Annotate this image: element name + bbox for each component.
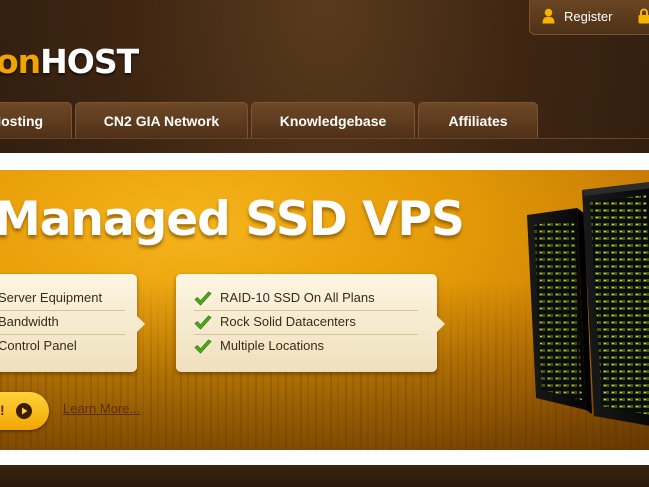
nav-tab-cn2-gia-network[interactable]: CN2 GIA Network bbox=[75, 102, 248, 138]
feature-item: RAID-10 SSD On All Plans bbox=[194, 286, 418, 311]
logo-text-main: HOST bbox=[40, 42, 139, 81]
lock-icon bbox=[638, 8, 649, 24]
feature-text: Rock Solid Datacenters bbox=[220, 314, 356, 329]
nav-tab-label: Affiliates bbox=[448, 113, 508, 129]
feature-item: Server Equipment bbox=[0, 286, 125, 311]
feature-text: Bandwidth bbox=[0, 314, 59, 329]
register-label: Register bbox=[564, 8, 613, 24]
login-link[interactable] bbox=[638, 8, 649, 24]
feature-text: Multiple Locations bbox=[220, 338, 325, 353]
nav-tab-label: CN2 GIA Network bbox=[103, 113, 220, 129]
main-nav: Hosting CN2 GIA Network Knowledgebase Af… bbox=[0, 102, 649, 139]
feature-item: Control Panel bbox=[0, 334, 125, 358]
page-bottom bbox=[0, 465, 649, 487]
nav-tab-label: Knowledgebase bbox=[279, 113, 387, 129]
user-bar: Register bbox=[529, 0, 649, 35]
order-button-label: ! bbox=[0, 402, 5, 418]
check-icon bbox=[194, 291, 212, 306]
logo-text-accent: on bbox=[0, 42, 41, 81]
promo-banner: Managed SSD VPS Server Equipment Bandwid… bbox=[0, 170, 649, 450]
play-icon bbox=[16, 403, 32, 419]
feature-text: Server Equipment bbox=[0, 290, 103, 305]
feature-text: RAID-10 SSD On All Plans bbox=[220, 290, 375, 305]
feature-box-right: RAID-10 SSD On All Plans Rock Solid Data… bbox=[176, 274, 445, 372]
banner-headline: Managed SSD VPS bbox=[0, 192, 465, 247]
user-icon bbox=[542, 8, 555, 24]
order-now-button[interactable]: ! bbox=[0, 392, 49, 430]
register-link[interactable]: Register bbox=[542, 8, 612, 24]
learn-more-link[interactable]: Learn More... bbox=[63, 401, 140, 416]
nav-tab-knowledgebase[interactable]: Knowledgebase bbox=[251, 102, 415, 138]
feature-item: Rock Solid Datacenters bbox=[194, 310, 418, 335]
nav-tab-label: Hosting bbox=[0, 113, 44, 129]
nav-divider bbox=[0, 138, 649, 139]
check-icon bbox=[194, 339, 212, 354]
feature-item: Bandwidth bbox=[0, 310, 125, 335]
nav-tab-hosting[interactable]: Hosting bbox=[0, 102, 72, 138]
feature-item: Multiple Locations bbox=[194, 334, 418, 358]
server-rack-illustration bbox=[527, 182, 649, 426]
feature-text: Control Panel bbox=[0, 338, 77, 353]
check-icon bbox=[194, 315, 212, 330]
site-logo[interactable]: onHOST bbox=[0, 42, 139, 82]
feature-box-left: Server Equipment Bandwidth Control Panel bbox=[0, 274, 145, 372]
nav-tab-affiliates[interactable]: Affiliates bbox=[418, 102, 538, 138]
banner-frame: Managed SSD VPS Server Equipment Bandwid… bbox=[0, 153, 649, 465]
